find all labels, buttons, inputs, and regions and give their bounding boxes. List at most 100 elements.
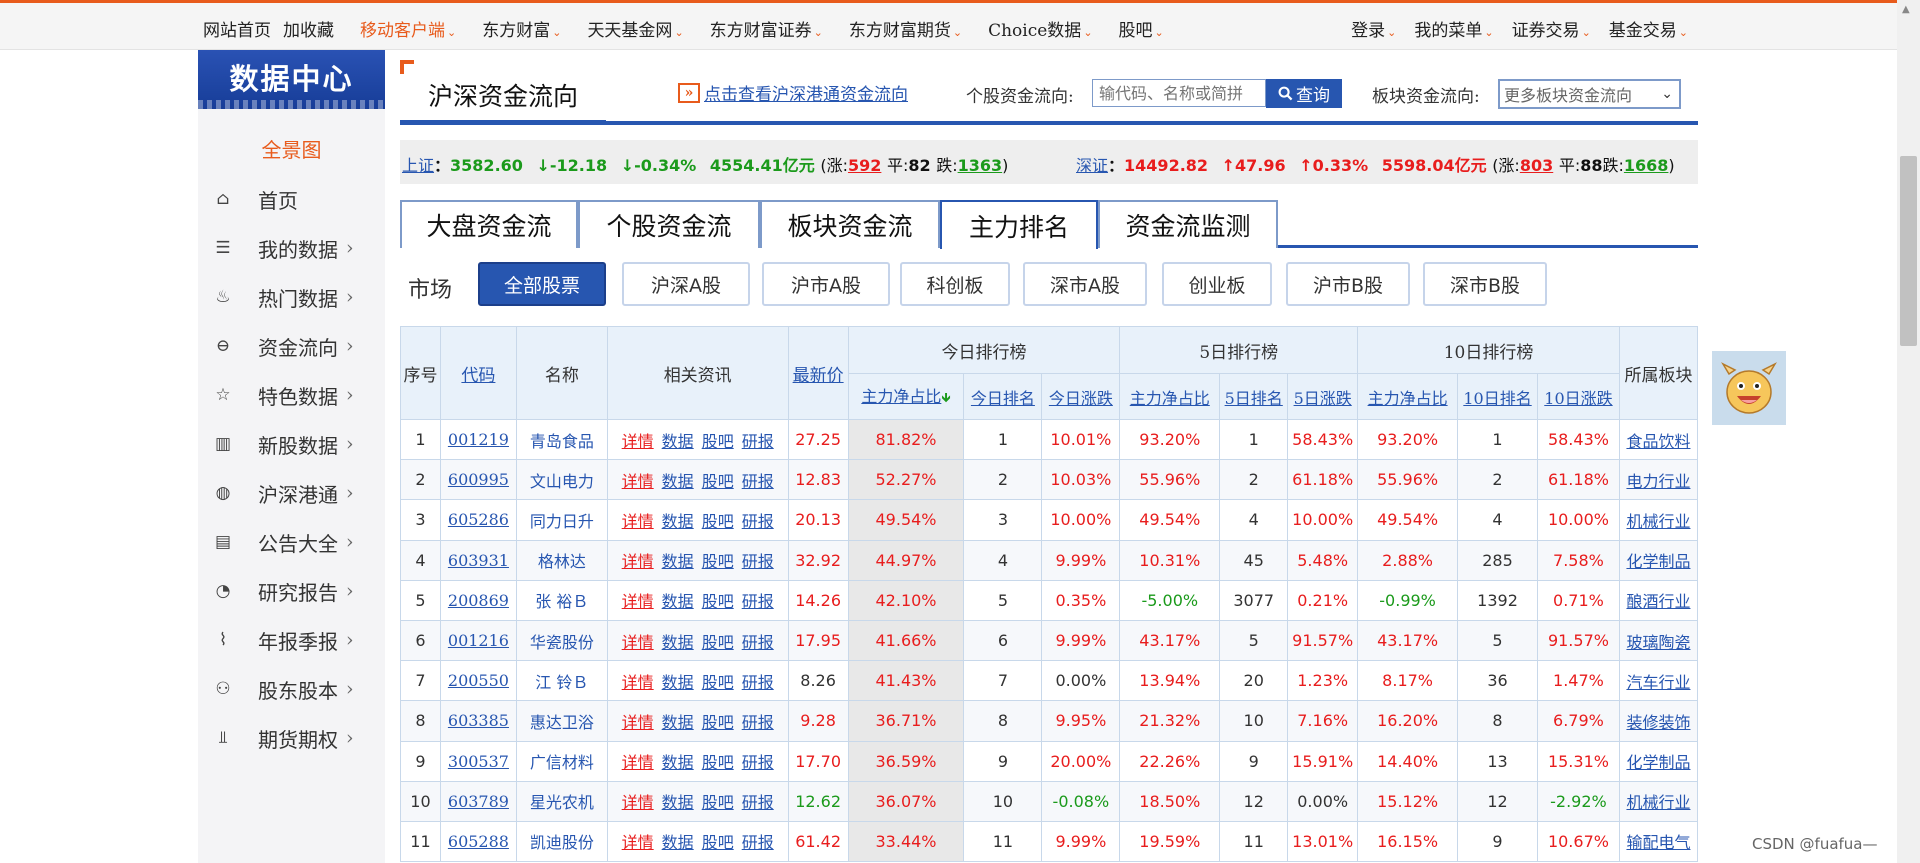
market-button[interactable]: 沪深A股 <box>622 262 750 306</box>
market-button[interactable]: 沪市B股 <box>1286 262 1410 306</box>
overview-link[interactable]: 全景图 <box>198 134 385 163</box>
sh-index-link[interactable]: 上证 <box>402 156 434 175</box>
sector-link[interactable]: 输配电气 <box>1626 833 1690 852</box>
sector-link[interactable]: 电力行业 <box>1626 472 1690 491</box>
sidebar-item[interactable]: ⫫ 期货期权 › <box>198 718 385 758</box>
info-link[interactable]: 研报 <box>742 633 774 652</box>
market-button[interactable]: 沪市A股 <box>762 262 890 306</box>
top-nav-item[interactable]: 我的菜单 ⌄ <box>1414 16 1493 41</box>
sidebar-item[interactable]: ☆ 特色数据 › <box>198 375 385 415</box>
stock-name-link[interactable]: 青岛食品 <box>530 432 594 451</box>
sector-link[interactable]: 酿酒行业 <box>1626 592 1690 611</box>
tab-item[interactable]: 资金流监测 <box>1098 200 1278 248</box>
vertical-scrollbar[interactable]: ▲ <box>1897 0 1920 863</box>
sub-header[interactable]: 5日排名 <box>1219 373 1289 420</box>
scrollbar-thumb[interactable] <box>1900 156 1917 346</box>
info-link[interactable]: 股吧 <box>702 753 734 772</box>
scroll-up-arrow-icon[interactable]: ▲ <box>1902 4 1910 15</box>
stock-name-link[interactable]: 惠达卫浴 <box>530 713 594 732</box>
header-price-label[interactable]: 最新价 <box>793 366 844 386</box>
sidebar-item[interactable]: ☰ 我的数据 › <box>198 228 385 268</box>
info-link[interactable]: 详情 <box>622 432 654 451</box>
info-link[interactable]: 详情 <box>622 753 654 772</box>
sidebar-item[interactable]: ◔ 研究报告 › <box>198 571 385 611</box>
sidebar-item[interactable]: ⌇ 年报季报 › <box>198 620 385 660</box>
info-link[interactable]: 数据 <box>662 833 694 852</box>
sidebar-item[interactable]: ◍ 沪深港通 › <box>198 473 385 513</box>
sz-index-link[interactable]: 深证 <box>1076 156 1108 175</box>
tab-item[interactable]: 大盘资金流 <box>400 200 578 248</box>
stock-name-link[interactable]: 张 裕Ｂ <box>535 592 588 611</box>
sub-header-label[interactable]: 主力净占比 <box>861 387 941 406</box>
top-nav-item[interactable]: 证券交易 ⌄ <box>1512 16 1591 41</box>
sector-link[interactable]: 化学制品 <box>1626 753 1690 772</box>
info-link[interactable]: 研报 <box>742 592 774 611</box>
tab-item[interactable]: 板块资金流 <box>760 200 940 248</box>
sz-down-count[interactable]: 1668 <box>1624 156 1669 175</box>
sub-header-label[interactable]: 今日排名 <box>971 389 1035 408</box>
sh-down-count[interactable]: 1363 <box>958 156 1003 175</box>
stock-code-link[interactable]: 600995 <box>448 470 509 489</box>
tab-item[interactable]: 主力排名 <box>940 200 1098 249</box>
info-link[interactable]: 数据 <box>662 592 694 611</box>
sh-up-count[interactable]: 592 <box>848 156 881 175</box>
query-button[interactable]: 查询 <box>1266 79 1342 108</box>
info-link[interactable]: 数据 <box>662 633 694 652</box>
hk-flow-link-group[interactable]: » 点击查看沪深港通资金流向 <box>678 80 908 105</box>
info-link[interactable]: 股吧 <box>702 552 734 571</box>
info-link[interactable]: 研报 <box>742 552 774 571</box>
top-nav-item[interactable]: 股吧 ⌄ <box>1119 16 1164 41</box>
info-link[interactable]: 数据 <box>662 753 694 772</box>
stock-code-link[interactable]: 603385 <box>448 711 509 730</box>
info-link[interactable]: 详情 <box>622 713 654 732</box>
top-nav-item[interactable]: 东方财富 ⌄ <box>482 16 561 41</box>
info-link[interactable]: 详情 <box>622 793 654 812</box>
sub-header[interactable]: 今日涨跌 <box>1041 373 1121 420</box>
sidebar-item[interactable]: ▥ 新股数据 › <box>198 424 385 464</box>
stock-name-link[interactable]: 格林达 <box>538 552 586 571</box>
sub-header-label[interactable]: 5日排名 <box>1225 389 1283 408</box>
sz-up-count[interactable]: 803 <box>1520 156 1553 175</box>
info-link[interactable]: 详情 <box>622 673 654 692</box>
info-link[interactable]: 研报 <box>742 793 774 812</box>
info-link[interactable]: 详情 <box>622 472 654 491</box>
sidebar-item[interactable]: ⌂ 首页 <box>198 179 385 219</box>
top-nav-item[interactable]: 加收藏 <box>283 16 334 41</box>
header-price[interactable]: 最新价 <box>787 326 849 420</box>
info-link[interactable]: 股吧 <box>702 793 734 812</box>
stock-name-link[interactable]: 广信材料 <box>530 753 594 772</box>
info-link[interactable]: 数据 <box>662 793 694 812</box>
sub-header[interactable]: 主力净占比 <box>1357 373 1459 420</box>
info-link[interactable]: 研报 <box>742 472 774 491</box>
stock-name-link[interactable]: 华瓷股份 <box>530 633 594 652</box>
stock-code-link[interactable]: 603789 <box>448 792 509 811</box>
sector-link[interactable]: 汽车行业 <box>1626 673 1690 692</box>
sidebar-item[interactable]: ⚇ 股东股本 › <box>198 669 385 709</box>
top-nav-item[interactable]: 网站首页 <box>203 16 271 41</box>
stock-code-link[interactable]: 001219 <box>448 430 509 449</box>
stock-code-link[interactable]: 300537 <box>448 752 509 771</box>
stock-code-link[interactable]: 605288 <box>448 832 509 851</box>
info-link[interactable]: 股吧 <box>702 432 734 451</box>
sub-header-label[interactable]: 10日涨跌 <box>1544 389 1612 408</box>
stock-code-link[interactable]: 200550 <box>448 671 509 690</box>
stock-code-link[interactable]: 200869 <box>448 591 509 610</box>
info-link[interactable]: 数据 <box>662 472 694 491</box>
info-link[interactable]: 数据 <box>662 432 694 451</box>
top-nav-item[interactable]: 基金交易 ⌄ <box>1609 16 1688 41</box>
info-link[interactable]: 股吧 <box>702 833 734 852</box>
stock-code-link[interactable]: 605286 <box>448 510 509 529</box>
hk-flow-link[interactable]: 点击查看沪深港通资金流向 <box>704 80 908 105</box>
sector-link[interactable]: 食品饮料 <box>1626 432 1690 451</box>
sidebar-item[interactable]: ▤ 公告大全 › <box>198 522 385 562</box>
info-link[interactable]: 详情 <box>622 833 654 852</box>
info-link[interactable]: 研报 <box>742 512 774 531</box>
info-link[interactable]: 研报 <box>742 713 774 732</box>
market-button[interactable]: 深市A股 <box>1023 262 1147 306</box>
info-link[interactable]: 详情 <box>622 592 654 611</box>
info-link[interactable]: 数据 <box>662 673 694 692</box>
sub-header[interactable]: 主力净占比 <box>1119 373 1221 420</box>
stock-name-link[interactable]: 凯迪股份 <box>530 833 594 852</box>
info-link[interactable]: 数据 <box>662 552 694 571</box>
sidebar-item[interactable]: ♨ 热门数据 › <box>198 277 385 317</box>
